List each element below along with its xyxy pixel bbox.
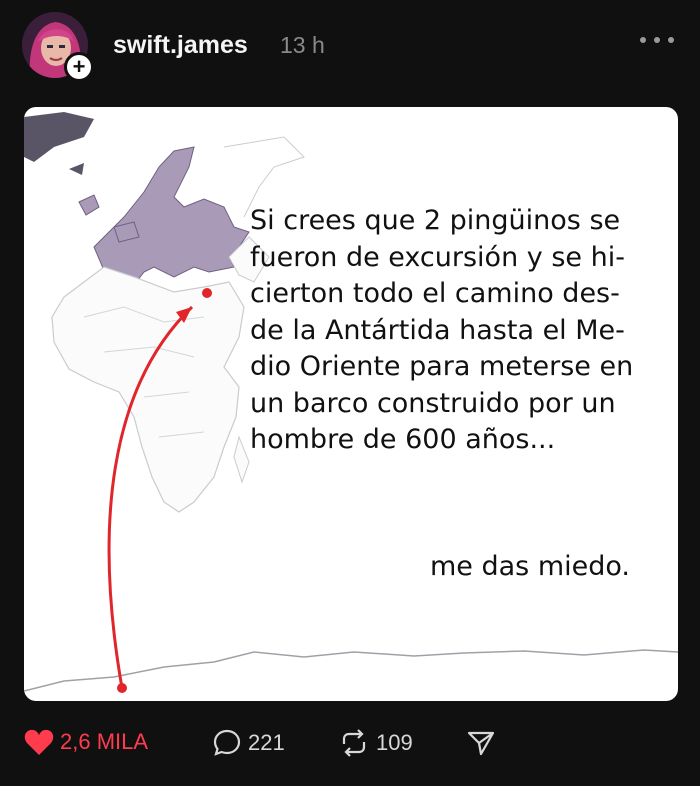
send-icon — [467, 731, 495, 756]
repost-button[interactable]: 109 — [338, 728, 413, 758]
repost-count: 109 — [376, 730, 413, 755]
like-count: 2,6 MILA — [60, 729, 149, 754]
plus-icon: + — [72, 54, 86, 79]
heart-icon — [24, 729, 54, 755]
share-button[interactable] — [466, 728, 496, 758]
more-dots-icon — [640, 37, 646, 43]
image-caption-punchline: me das miedo. — [430, 551, 631, 582]
follow-button[interactable]: + — [64, 52, 94, 82]
username[interactable]: swift.james — [113, 31, 248, 60]
post-actions: 2,6 MILA 221 109 — [0, 720, 700, 770]
comment-button[interactable]: 221 — [212, 728, 285, 758]
post-image[interactable]: Si crees que 2 pingüinos se fueron de ex… — [24, 107, 678, 701]
comment-icon — [213, 729, 241, 756]
post-timestamp: 13 h — [280, 32, 325, 58]
like-button[interactable]: 2,6 MILA — [24, 728, 148, 756]
repost-icon — [342, 729, 366, 757]
image-caption-text: Si crees que 2 pingüinos se fueron de ex… — [250, 205, 634, 455]
comment-count: 221 — [248, 730, 285, 755]
more-options-button[interactable] — [640, 30, 674, 50]
post-header: + swift.james 13 h — [0, 0, 700, 100]
